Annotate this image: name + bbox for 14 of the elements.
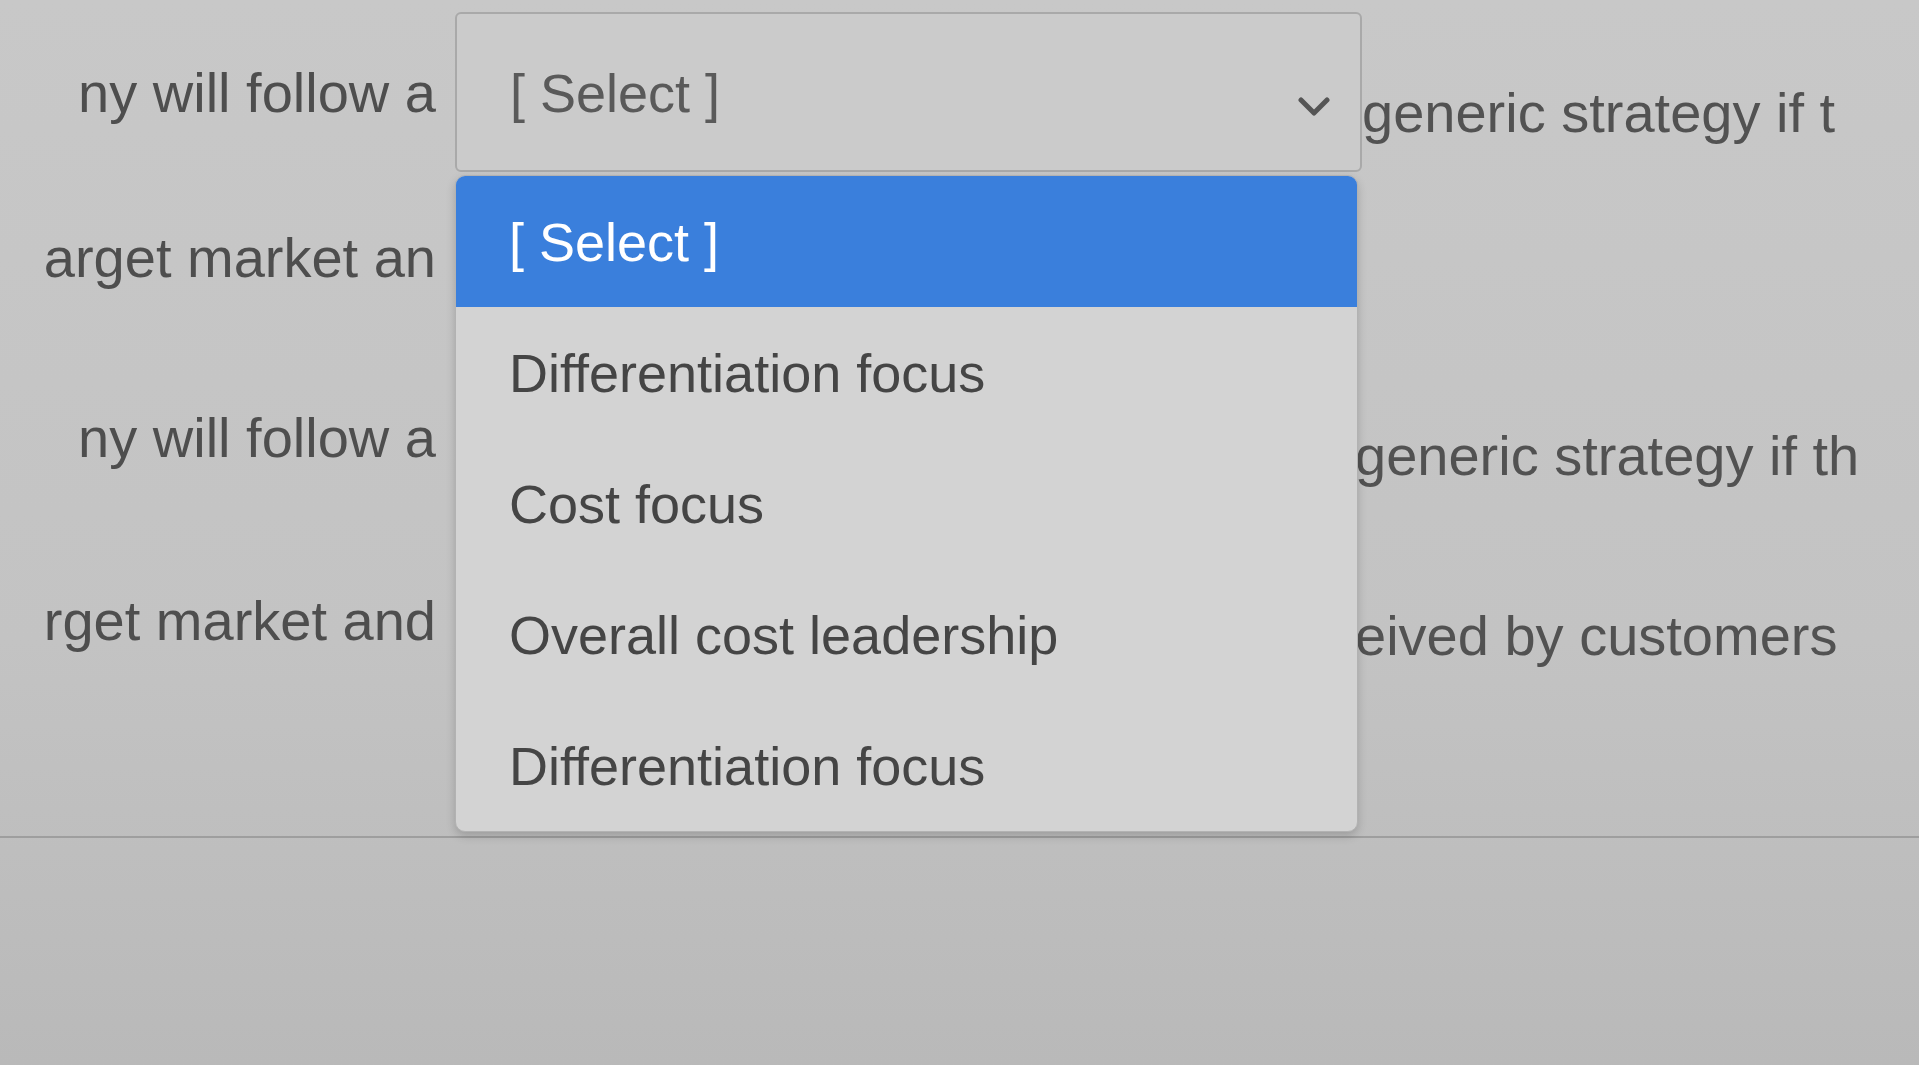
- dropdown-option[interactable]: [ Select ]: [456, 176, 1357, 307]
- dropdown-option[interactable]: Cost focus: [456, 438, 1357, 569]
- dropdown-option[interactable]: Differentiation focus: [456, 307, 1357, 438]
- question-text: ny will follow a: [77, 60, 436, 125]
- dropdown-option[interactable]: Overall cost leadership: [456, 569, 1357, 700]
- question-text: ny will follow a: [77, 405, 436, 470]
- dropdown-option[interactable]: Differentiation focus: [456, 700, 1357, 831]
- question-text: generic strategy if t: [1362, 80, 1836, 145]
- question-text: eived by customers: [1355, 602, 1838, 668]
- dropdown-select[interactable]: [ Select ]: [455, 12, 1362, 172]
- question-text: arget market an: [42, 225, 436, 290]
- chevron-down-icon: [1298, 96, 1330, 116]
- question-text: rget market and: [42, 587, 436, 653]
- question-text: generic strategy if th: [1355, 423, 1860, 488]
